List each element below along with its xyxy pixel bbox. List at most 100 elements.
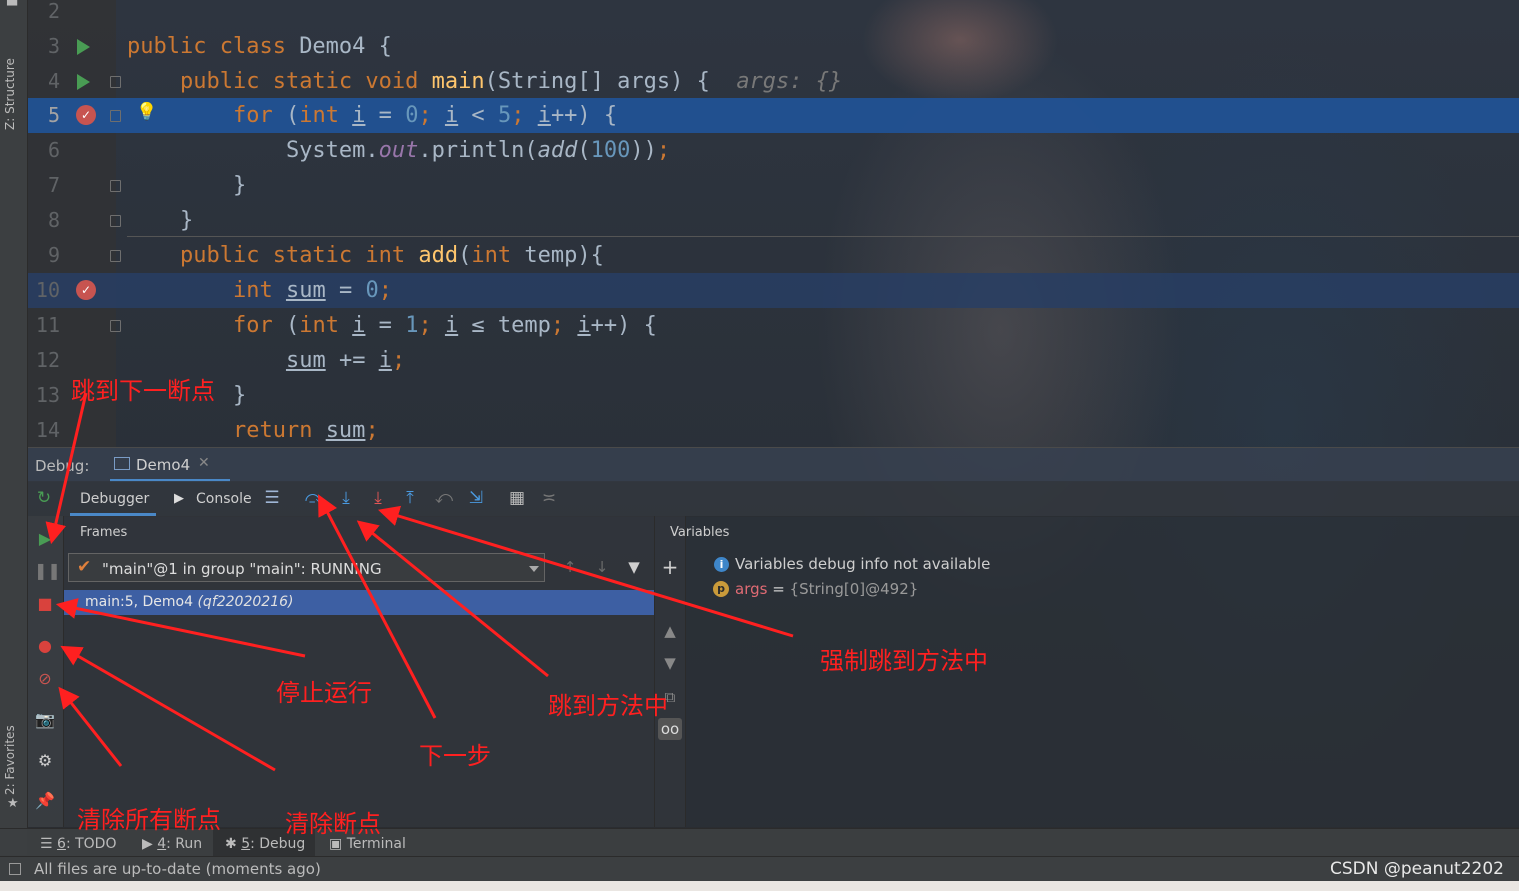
code-line-14: 14 return sum; xyxy=(28,413,1519,448)
trace-icon[interactable]: ≍ xyxy=(538,487,560,509)
code-text: public static void main(String[] args) {… xyxy=(179,69,843,94)
fold-icon[interactable] xyxy=(110,110,121,122)
run-main-icon[interactable] xyxy=(77,74,90,90)
view-breakpoints-icon[interactable]: ● xyxy=(34,635,56,657)
evaluate-expression-icon[interactable]: ▦ xyxy=(506,487,528,509)
variable-value: {String[0]@492} xyxy=(789,580,919,598)
folder-icon[interactable]: ▀ xyxy=(7,0,20,13)
run-to-cursor-icon[interactable]: ⇲ xyxy=(465,487,487,509)
check-icon: ✔ xyxy=(77,557,92,577)
method-separator xyxy=(127,236,1519,237)
code-line-3: 3 public class Demo4 { xyxy=(28,29,1519,64)
frames-title: Frames xyxy=(80,525,128,540)
close-tab-icon[interactable]: ✕ xyxy=(198,455,210,471)
line-number: 2 xyxy=(47,0,60,23)
watermark: CSDN @peanut2202 xyxy=(1329,859,1504,879)
step-over-icon[interactable]: ⤼ xyxy=(303,487,325,509)
tab-debugger-label: Debugger xyxy=(80,491,150,507)
run-class-icon[interactable] xyxy=(77,39,90,55)
parameter-icon: p xyxy=(713,581,729,597)
breakpoint-icon[interactable]: ✓ xyxy=(76,105,96,125)
camera-icon[interactable]: 📷 xyxy=(34,709,56,731)
code-text: for (int i = 0; i < 5; i++) { xyxy=(232,103,618,128)
pin-icon[interactable]: 📌 xyxy=(34,790,56,812)
favorites-tool-button[interactable]: 2: Favorites xyxy=(3,700,17,795)
rerun-icon[interactable]: ↻ xyxy=(33,487,55,509)
line-number: 7 xyxy=(47,173,60,197)
add-watch-icon[interactable]: + xyxy=(658,556,682,578)
variable-row[interactable]: args = {String[0]@492} xyxy=(735,580,918,598)
arrow-down-icon[interactable]: ↓ xyxy=(592,556,612,578)
code-text: System.out.println(add(100)); xyxy=(127,138,671,163)
star-icon[interactable]: ★ xyxy=(7,797,20,810)
line-number: 13 xyxy=(35,383,60,407)
frames-panel: Frames ✔ "main"@1 in group "main": RUNNI… xyxy=(64,516,655,827)
debug-actions-column: ▶ ❚❚ ■ ● ⊘ 📷 ⚙ 📌 xyxy=(28,516,64,827)
line-number: 9 xyxy=(47,243,60,267)
line-number: 12 xyxy=(35,348,60,372)
annotation-next-step: 下一步 xyxy=(419,742,491,770)
variables-panel: Variables i Variables debug info not ava… xyxy=(670,516,1519,827)
fold-icon[interactable] xyxy=(110,76,121,88)
stack-frame-row[interactable]: main:5, Demo4 (qf22020216) xyxy=(64,590,654,615)
fold-icon[interactable] xyxy=(110,180,121,192)
code-text: } xyxy=(127,208,194,233)
stack-frame-text: main:5, Demo4 (qf22020216) xyxy=(85,594,294,610)
line-number: 8 xyxy=(47,208,60,232)
fold-icon[interactable] xyxy=(110,215,121,227)
left-tool-strip: ▀ Z: Structure 2: Favorites ★ xyxy=(0,0,28,855)
drop-frame-icon[interactable]: ⤺ xyxy=(433,487,455,509)
move-down-icon[interactable]: ▼ xyxy=(658,652,682,674)
gear-icon[interactable]: ⚙ xyxy=(34,750,56,772)
code-text: public class Demo4 { xyxy=(127,34,392,59)
line-number: 4 xyxy=(47,69,60,93)
status-message: All files are up-to-date (moments ago) xyxy=(34,860,321,878)
run-config-icon xyxy=(114,457,130,470)
code-line-4: 4 public static void main(String[] args)… xyxy=(28,64,1519,99)
filter-icon[interactable]: ▼ xyxy=(624,556,644,578)
resume-program-icon[interactable]: ▶ xyxy=(34,528,56,550)
force-step-into-icon[interactable]: ⤓ xyxy=(367,487,389,509)
code-line-10-breakpoint: 10 ✓ int sum = 0; xyxy=(28,273,1519,308)
step-out-icon[interactable]: ⤒ xyxy=(399,487,421,509)
line-number: 14 xyxy=(35,418,60,442)
line-number: 11 xyxy=(35,313,60,337)
annotation-force-step-into: 强制跳到方法中 xyxy=(820,647,988,675)
glasses-icon[interactable]: oo xyxy=(658,718,682,740)
annotation-clear-breakpoint: 清除断点 xyxy=(285,810,381,838)
debug-toolbar: ↻ Debugger ▶ Console ☰ ⤼ ⤓ ⤓ ⤒ ⤺ ⇲ ▦ ≍ xyxy=(28,481,1519,517)
arrow-up-icon[interactable]: ↑ xyxy=(560,556,580,578)
code-text: public static int add(int temp){ xyxy=(179,243,604,268)
thread-select[interactable]: ✔ "main"@1 in group "main": RUNNING xyxy=(68,553,545,582)
structure-tool-button[interactable]: Z: Structure xyxy=(3,40,17,130)
annotation-clear-all-breakpoints: 清除所有断点 xyxy=(77,806,221,834)
debug-window-header: Debug: Demo4 ✕ xyxy=(28,447,1519,482)
line-number: 10 xyxy=(35,278,60,302)
layout-menu-icon[interactable]: ☰ xyxy=(261,487,283,509)
step-into-icon[interactable]: ⤓ xyxy=(335,487,357,509)
line-number: 3 xyxy=(47,34,60,58)
stop-icon[interactable]: ■ xyxy=(34,593,56,615)
line-number: 5 xyxy=(47,103,60,127)
code-text: int sum = 0; xyxy=(232,278,392,303)
annotation-step-into: 跳到方法中 xyxy=(548,692,668,720)
code-line-5-execution-point: 5 ✓ 💡 for (int i = 0; i < 5; i++) { xyxy=(28,98,1519,133)
fold-icon[interactable] xyxy=(110,320,121,332)
variable-name: args xyxy=(735,580,768,598)
pause-icon[interactable]: ❚❚ xyxy=(34,560,61,582)
debug-session-tab[interactable]: Demo4 ✕ xyxy=(110,448,230,482)
code-text: } xyxy=(127,173,247,198)
move-up-icon[interactable]: ▲ xyxy=(658,620,682,642)
code-editor[interactable]: 2 3 public class Demo4 { 4 public static… xyxy=(28,0,1519,447)
tab-debugger[interactable]: Debugger xyxy=(70,481,156,516)
watches-toolbar: + ▲ ▼ ⧉ oo xyxy=(655,516,686,827)
variables-message: Variables debug info not available xyxy=(735,555,991,573)
tab-console[interactable]: ▶ Console xyxy=(168,481,252,516)
fold-icon[interactable] xyxy=(110,250,121,262)
breakpoint-icon[interactable]: ✓ xyxy=(76,280,96,300)
code-line-8: 8 } xyxy=(28,203,1519,238)
mute-breakpoints-icon[interactable]: ⊘ xyxy=(34,668,56,690)
code-line-11: 11 for (int i = 1; i ≤ temp; i++) { xyxy=(28,308,1519,343)
status-bar: All files are up-to-date (moments ago) C… xyxy=(0,856,1519,882)
status-window-icon[interactable] xyxy=(9,863,21,875)
